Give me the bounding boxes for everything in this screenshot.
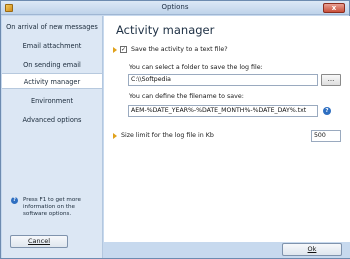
sidebar-item-advanced-options[interactable]: Advanced options [2,112,102,128]
main-panel: Activity manager ✓ Save the activity to … [104,16,350,242]
filename-label: You can define the filename to save: [129,93,244,100]
sidebar-item-environment[interactable]: Environment [2,93,102,109]
size-limit-input[interactable]: 500 [311,130,341,142]
filename-help-icon[interactable]: ? [323,107,331,115]
title-bar[interactable]: Options x [1,1,349,15]
sidebar-item-activity-manager[interactable]: Activity manager [2,73,102,89]
save-activity-label: Save the activity to a text file? [131,46,228,53]
cancel-button-label: Cancel [27,237,51,245]
cancel-button[interactable]: Cancel [10,235,68,248]
filename-input[interactable]: AEM-%DATE_YEAR%-%DATE_MONTH%-%DATE_DAY%.… [128,105,318,117]
footer-bar: Ok [104,242,350,258]
options-window: Options x On arrival of new messages Ema… [0,0,350,259]
save-activity-checkbox[interactable]: ✓ [120,46,127,53]
help-text: Press F1 to get more information on the … [23,197,81,217]
sidebar-item-on-arrival[interactable]: On arrival of new messages [2,19,102,35]
orange-arrow-icon [113,133,117,139]
page-title: Activity manager [116,23,215,37]
close-icon: x [331,4,337,12]
ok-button[interactable]: Ok [282,243,342,256]
browse-folder-button[interactable]: ... [321,74,341,86]
orange-arrow-icon [113,47,117,53]
folder-input[interactable]: C:\\Softpedia [128,74,318,86]
sidebar: On arrival of new messages Email attachm… [2,16,103,258]
help-icon: ? [11,197,18,204]
sidebar-item-on-sending[interactable]: On sending email [2,57,102,73]
ok-button-label: Ok [307,245,317,253]
close-button[interactable]: x [323,3,345,13]
sidebar-item-email-attachment[interactable]: Email attachment [2,38,102,54]
folder-label: You can select a folder to save the log … [129,64,263,71]
size-limit-label: Size limit for the log file in Kb [121,132,214,139]
window-title: Options [161,3,189,11]
